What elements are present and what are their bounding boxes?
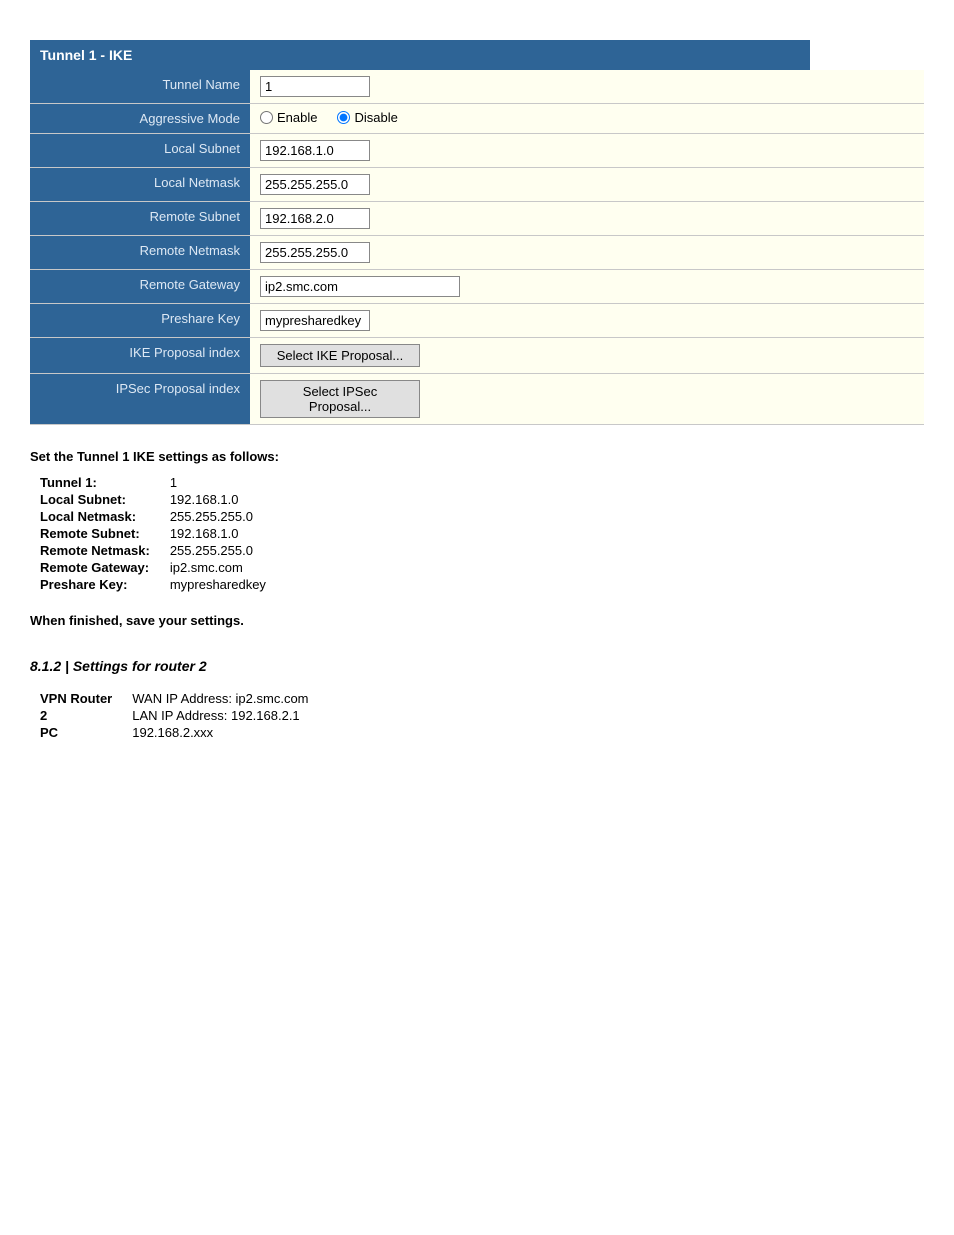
info-row: Tunnel 1:1 (40, 474, 266, 491)
tunnel-row: Remote Gateway (30, 270, 924, 304)
row-value-1: Enable Disable (250, 104, 924, 133)
vpn-row: 2LAN IP Address: 192.168.2.1 (40, 707, 309, 724)
row-label-7: Preshare Key (30, 304, 250, 337)
row-value-5 (250, 236, 924, 269)
radio-label-disable[interactable]: Disable (337, 110, 397, 125)
info-table: Tunnel 1:1Local Subnet:192.168.1.0Local … (40, 474, 266, 593)
tunnel-row: Tunnel Name (30, 70, 924, 104)
info-label: Remote Subnet: (40, 525, 170, 542)
row-label-2: Local Subnet (30, 134, 250, 167)
vpn-value: LAN IP Address: 192.168.2.1 (132, 707, 308, 724)
vpn-label: VPN Router (40, 690, 132, 707)
vpn-table: VPN RouterWAN IP Address: ip2.smc.com2LA… (40, 690, 309, 741)
info-row: Local Netmask:255.255.255.0 (40, 508, 266, 525)
finish-note: When finished, save your settings. (30, 613, 924, 628)
input-local-netmask[interactable] (260, 174, 370, 195)
row-label-1: Aggressive Mode (30, 104, 250, 133)
row-value-4 (250, 202, 924, 235)
radio-label-enable[interactable]: Enable (260, 110, 317, 125)
tunnel-header: Tunnel 1 - IKE (30, 40, 810, 70)
tunnel-row: Local Subnet (30, 134, 924, 168)
section2-heading: 8.1.2 | Settings for router 2 (30, 658, 924, 674)
vpn-row: PC192.168.2.xxx (40, 724, 309, 741)
tunnel-row: Remote Subnet (30, 202, 924, 236)
row-value-7 (250, 304, 924, 337)
row-label-8: IKE Proposal index (30, 338, 250, 373)
vpn-row: VPN RouterWAN IP Address: ip2.smc.com (40, 690, 309, 707)
select-button-8[interactable]: Select IKE Proposal... (260, 344, 420, 367)
select-button-9[interactable]: Select IPSec Proposal... (260, 380, 420, 418)
row-label-0: Tunnel Name (30, 70, 250, 103)
info-row: Local Subnet:192.168.1.0 (40, 491, 266, 508)
tunnel-row: Aggressive Mode Enable Disable (30, 104, 924, 134)
row-value-0 (250, 70, 924, 103)
vpn-value: WAN IP Address: ip2.smc.com (132, 690, 308, 707)
row-label-5: Remote Netmask (30, 236, 250, 269)
info-label: Tunnel 1: (40, 474, 170, 491)
radio-enable[interactable] (260, 111, 273, 124)
info-label: Remote Netmask: (40, 542, 170, 559)
input-tunnel-name[interactable] (260, 76, 370, 97)
instructions-section: Set the Tunnel 1 IKE settings as follows… (30, 449, 924, 593)
row-value-6 (250, 270, 924, 303)
info-value: 192.168.1.0 (170, 525, 266, 542)
row-value-9: Select IPSec Proposal... (250, 374, 924, 424)
vpn-label: 2 (40, 707, 132, 724)
tunnel-row: Local Netmask (30, 168, 924, 202)
row-label-6: Remote Gateway (30, 270, 250, 303)
tunnel-section: Tunnel 1 - IKE Tunnel NameAggressive Mod… (30, 40, 924, 425)
info-value: mypresharedkey (170, 576, 266, 593)
input-remote-netmask[interactable] (260, 242, 370, 263)
info-label: Preshare Key: (40, 576, 170, 593)
info-value: 255.255.255.0 (170, 508, 266, 525)
info-row: Remote Netmask:255.255.255.0 (40, 542, 266, 559)
info-row: Preshare Key:mypresharedkey (40, 576, 266, 593)
info-row: Remote Subnet:192.168.1.0 (40, 525, 266, 542)
info-label: Local Netmask: (40, 508, 170, 525)
info-label: Local Subnet: (40, 491, 170, 508)
info-value: 192.168.1.0 (170, 491, 266, 508)
info-label: Remote Gateway: (40, 559, 170, 576)
tunnel-row: Preshare Key (30, 304, 924, 338)
tunnel-row: IPSec Proposal index Select IPSec Proposa… (30, 374, 924, 425)
row-value-2 (250, 134, 924, 167)
row-label-4: Remote Subnet (30, 202, 250, 235)
info-value: 1 (170, 474, 266, 491)
info-value: ip2.smc.com (170, 559, 266, 576)
vpn-label: PC (40, 724, 132, 741)
vpn-value: 192.168.2.xxx (132, 724, 308, 741)
info-row: Remote Gateway:ip2.smc.com (40, 559, 266, 576)
tunnel-row: IKE Proposal index Select IKE Proposal... (30, 338, 924, 374)
section2: 8.1.2 | Settings for router 2 VPN Router… (30, 658, 924, 741)
radio-group-1: Enable Disable (260, 110, 914, 125)
input-remote-gateway[interactable] (260, 276, 460, 297)
row-label-3: Local Netmask (30, 168, 250, 201)
row-label-9: IPSec Proposal index (30, 374, 250, 424)
tunnel-row: Remote Netmask (30, 236, 924, 270)
radio-disable[interactable] (337, 111, 350, 124)
input-remote-subnet[interactable] (260, 208, 370, 229)
input-local-subnet[interactable] (260, 140, 370, 161)
row-value-3 (250, 168, 924, 201)
instructions-intro: Set the Tunnel 1 IKE settings as follows… (30, 449, 924, 464)
row-value-8: Select IKE Proposal... (250, 338, 924, 373)
input-preshare-key[interactable] (260, 310, 370, 331)
info-value: 255.255.255.0 (170, 542, 266, 559)
tunnel-form: Tunnel NameAggressive Mode Enable Disabl… (30, 70, 924, 425)
